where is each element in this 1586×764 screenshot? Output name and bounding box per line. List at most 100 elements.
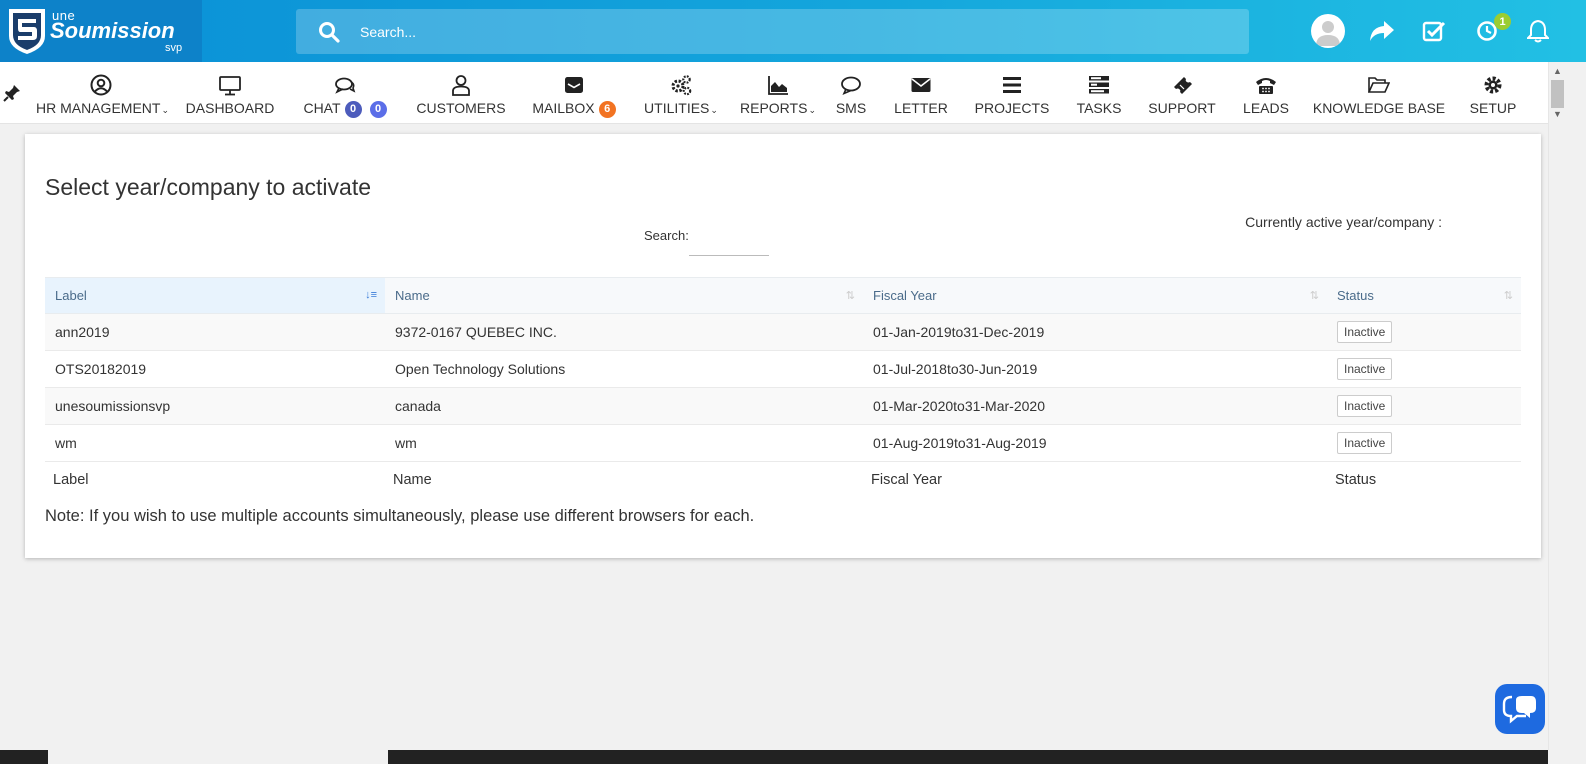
status-button[interactable]: Inactive — [1337, 432, 1393, 454]
company-table: Label ↓≡ Name ⇅ Fiscal Year ⇅ Status ⇅ ann20… — [45, 277, 1521, 498]
logo[interactable]: une Soumission svp — [0, 0, 202, 62]
column-header-name[interactable]: Name ⇅ — [385, 277, 863, 314]
status-button[interactable]: Inactive — [1337, 321, 1393, 343]
nav-hr-management[interactable]: HR MANAGEMENT⌄ — [36, 62, 169, 124]
taskbar-strip — [0, 750, 1586, 764]
checkbox-icon[interactable] — [1417, 14, 1451, 48]
nav-reports[interactable]: REPORTS⌄ — [736, 62, 820, 124]
nav-utilities[interactable]: UTILITIES⌄ — [636, 62, 726, 124]
area-chart-icon — [768, 76, 788, 95]
cell-fiscal-year: 01-Jul-2018to30-Jun-2019 — [863, 350, 1327, 388]
cell-name: wm — [385, 424, 863, 462]
scroll-up-icon[interactable]: ▲ — [1553, 66, 1562, 76]
search-icon[interactable] — [318, 21, 340, 43]
phone-icon — [1256, 78, 1276, 94]
avatar-silhouette-icon — [1316, 21, 1340, 46]
table-footer-row: Label Name Fiscal Year Status — [45, 462, 1521, 498]
nav-label: SMS — [835, 100, 867, 116]
nav-leads[interactable]: LEADS — [1238, 62, 1294, 124]
nav-label: CUSTOMERS — [416, 100, 506, 116]
note-text: Note: If you wish to use multiple accoun… — [45, 507, 755, 525]
nav-letter[interactable]: LETTER — [889, 62, 953, 124]
share-icon[interactable] — [1365, 14, 1399, 48]
table-search-label: Search: — [644, 228, 689, 243]
nav-tasks[interactable]: TASKS — [1069, 62, 1129, 124]
chat-badge-2: 0 — [369, 101, 387, 118]
tasks-icon — [1089, 76, 1109, 94]
nav-label: TASKS — [1076, 100, 1122, 116]
footer-status: Status — [1335, 471, 1377, 488]
sort-icon: ⇅ — [845, 290, 855, 302]
cell-status: Inactive — [1327, 350, 1521, 388]
cell-fiscal-year: 01-Aug-2019to31-Aug-2019 — [863, 424, 1327, 462]
nav-label: DASHBOARD — [185, 100, 275, 116]
nav-sms[interactable]: SMS — [826, 62, 876, 124]
global-search — [296, 9, 1249, 54]
cell-fiscal-year: 01-Jan-2019to31-Dec-2019 — [863, 313, 1327, 351]
column-header-status[interactable]: Status ⇅ — [1327, 277, 1521, 314]
taskbar-segment — [388, 750, 1548, 764]
column-header-text: Name — [395, 288, 430, 303]
pin-icon[interactable] — [3, 84, 21, 102]
column-header-text: Status — [1337, 288, 1374, 303]
column-header-text: Label — [55, 288, 87, 303]
page-title: Select year/company to activate — [45, 174, 371, 200]
footer-name: Name — [393, 471, 432, 488]
column-header-label[interactable]: Label ↓≡ — [45, 277, 385, 314]
user-avatar[interactable] — [1311, 14, 1345, 48]
nav-label: MAILBOX — [532, 100, 595, 116]
nav-label: HR MANAGEMENT — [36, 100, 161, 116]
page-scrollbar[interactable]: ▲ ▼ — [1548, 62, 1566, 764]
nav-projects[interactable]: PROJECTS — [967, 62, 1057, 124]
sort-icon: ⇅ — [1503, 290, 1513, 302]
notification-badge: 1 — [1494, 13, 1511, 30]
chat-bubbles-icon — [335, 77, 356, 94]
scroll-down-icon[interactable]: ▼ — [1553, 109, 1562, 119]
nav-dashboard[interactable]: DASHBOARD — [180, 62, 280, 124]
cell-status: Inactive — [1327, 313, 1521, 351]
nav-knowledge-base[interactable]: KNOWLEDGE BASE — [1309, 62, 1449, 124]
nav-support[interactable]: SUPPORT — [1142, 62, 1222, 124]
search-input[interactable] — [360, 19, 1220, 44]
monitor-icon — [219, 76, 241, 96]
footer-label: Label — [53, 471, 89, 488]
cell-name: Open Technology Solutions — [385, 350, 863, 388]
status-button[interactable]: Inactive — [1337, 358, 1393, 380]
chat-badge-1: 0 — [344, 101, 362, 118]
scroll-thumb[interactable] — [1551, 80, 1564, 108]
user-outline-icon — [452, 75, 470, 96]
cell-label: ann2019 — [45, 313, 385, 351]
folder-open-icon — [1368, 77, 1390, 93]
nav-mailbox[interactable]: MAILBOX 6 — [524, 62, 624, 124]
nav-customers[interactable]: CUSTOMERS — [411, 62, 511, 124]
bell-icon[interactable] — [1521, 14, 1555, 48]
nav-label: CHAT — [303, 100, 341, 116]
cell-label: wm — [45, 424, 385, 462]
top-header: une Soumission svp 1 — [0, 0, 1586, 62]
logo-text-svp: svp — [165, 42, 183, 54]
nav-setup[interactable]: SETUP — [1463, 62, 1523, 124]
table-search-input[interactable] — [689, 223, 769, 256]
activate-company-panel: Select year/company to activate Currentl… — [25, 134, 1541, 558]
envelope-icon — [911, 78, 931, 92]
table-row: ann2019 9372-0167 QUEBEC INC. 01-Jan-201… — [45, 313, 1521, 351]
cell-label: OTS20182019 — [45, 350, 385, 388]
mailbox-badge: 6 — [598, 101, 616, 118]
nav-chat[interactable]: CHAT 0 0 — [293, 62, 397, 124]
nav-label: SUPPORT — [1148, 100, 1216, 116]
logo-shield-icon — [9, 9, 45, 54]
column-header-text: Fiscal Year — [873, 288, 937, 303]
logo-text-soumission: Soumission — [50, 18, 175, 43]
cell-status: Inactive — [1327, 424, 1521, 462]
status-button[interactable]: Inactive — [1337, 395, 1393, 417]
nav-label: LETTER — [894, 100, 948, 116]
chevron-down-icon: ⌄ — [710, 105, 718, 115]
bars-icon — [1003, 77, 1021, 93]
inbox-icon — [565, 77, 583, 93]
nav-label: REPORTS — [740, 100, 808, 116]
main-nav: HR MANAGEMENT⌄ DASHBOARD CHAT 0 0 CUSTOMER… — [0, 62, 1548, 124]
chat-widget-button[interactable] — [1495, 684, 1545, 734]
cogs-icon — [671, 75, 692, 96]
nav-label: LEADS — [1243, 100, 1289, 116]
column-header-fiscal-year[interactable]: Fiscal Year ⇅ — [863, 277, 1327, 314]
